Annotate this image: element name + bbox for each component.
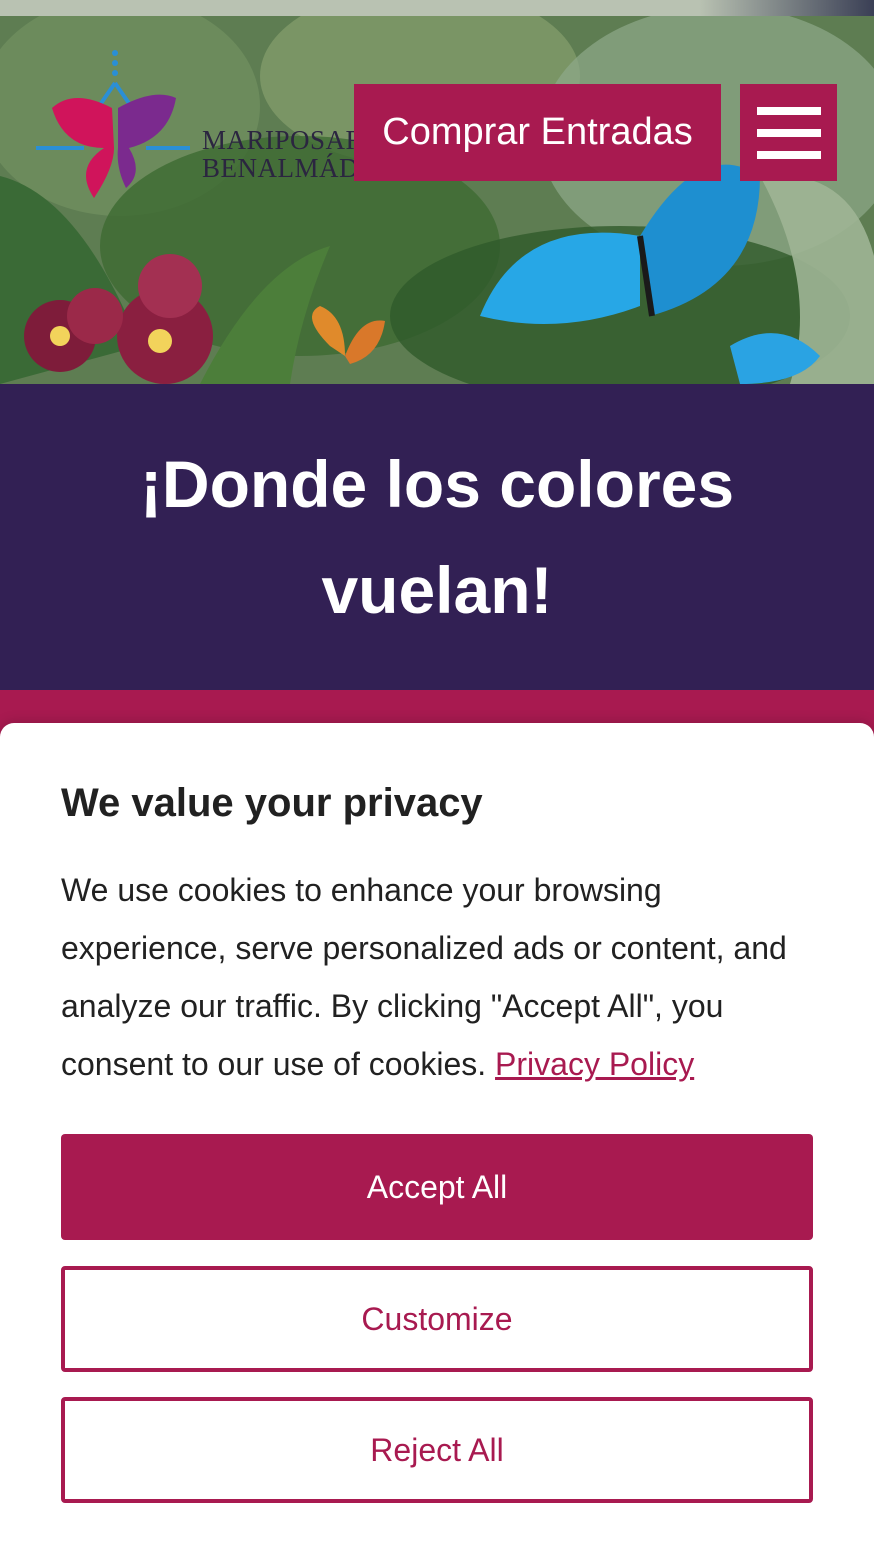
menu-bar <box>756 150 821 159</box>
cookie-description: We use cookies to enhance your browsing … <box>61 861 821 1093</box>
cookie-consent-banner: We value your privacy We use cookies to … <box>0 723 874 1555</box>
tagline-section: ¡Donde los colores vuelan! <box>0 384 874 690</box>
tagline-heading: ¡Donde los colores vuelan! <box>139 447 735 627</box>
cookie-title: We value your privacy <box>61 781 483 825</box>
hamburger-menu-icon[interactable] <box>740 84 837 181</box>
accept-all-button[interactable]: Accept All <box>61 1134 813 1240</box>
logo-wordmark: MARIPOSARIO BENALMÁDENA <box>202 126 357 182</box>
menu-bar <box>756 128 821 137</box>
hero-banner: MARIPOSARIO BENALMÁDENA Comprar Entradas <box>0 16 874 384</box>
privacy-policy-link[interactable]: Privacy Policy <box>495 1046 694 1082</box>
menu-bar <box>756 106 821 115</box>
reject-all-button[interactable]: Reject All <box>61 1397 813 1503</box>
buy-tickets-button[interactable]: Comprar Entradas <box>354 84 721 181</box>
customize-button[interactable]: Customize <box>61 1266 813 1372</box>
logo-line-1: MARIPOSARIO <box>202 126 357 155</box>
logo-line-2: BENALMÁDENA <box>202 153 357 182</box>
site-logo[interactable]: MARIPOSARIO BENALMÁDENA <box>34 48 359 208</box>
butterfly-logo-icon <box>36 50 190 198</box>
top-bar <box>0 0 874 16</box>
